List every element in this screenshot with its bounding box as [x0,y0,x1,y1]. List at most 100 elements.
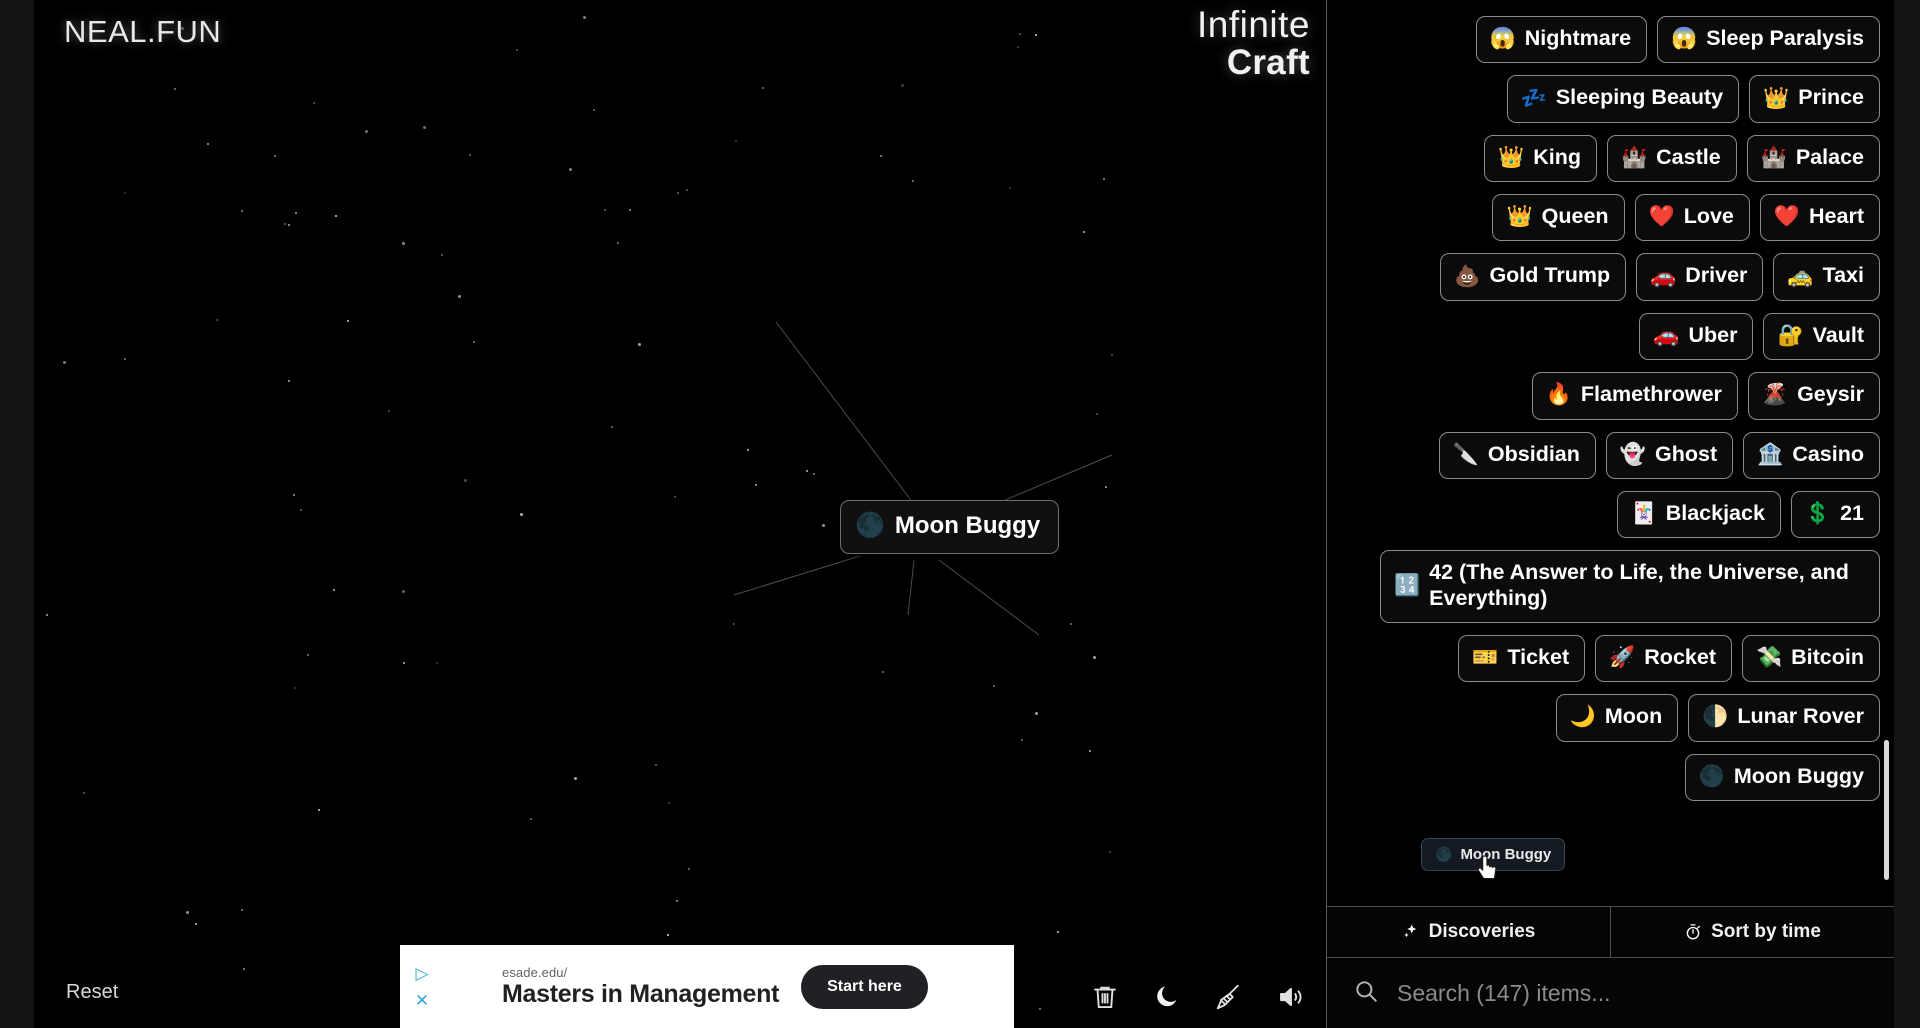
element-chip-label: Palace [1795,144,1864,169]
element-row: 🎫 Ticket 🚀 Rocket 💸 Bitcoin [1345,634,1880,683]
element-chip-heart[interactable]: ❤️ Heart [1759,194,1880,242]
element-chip-vault[interactable]: 🔐 Vault [1763,312,1880,361]
star [241,210,243,212]
brand-line-infinite: Infinite [1196,4,1310,45]
search-bar[interactable] [1327,958,1894,1028]
element-chip-geysir[interactable]: 🌋 Geysir [1747,372,1880,420]
element-chip-label: Ticket [1507,644,1570,669]
ad-cta-button[interactable]: Start here [801,964,928,1009]
star [216,319,218,321]
star [520,513,523,516]
search-input[interactable] [1397,979,1868,1007]
element-chip-obsidian[interactable]: 🔪 Obsidian [1438,431,1596,479]
sound-icon[interactable] [1274,980,1308,1014]
advertisement-banner[interactable]: ▷ ✕ esade.edu/ Masters in Management Sta… [400,945,1014,1028]
element-list[interactable]: 😱 Nightmare 😱 Sleep Paralysis 💤 Sleeping Beau… [1327,0,1894,906]
element-row: 👑 Queen ❤️ Love ❤️ Heart [1345,194,1880,242]
element-chip-flamethrower[interactable]: 🔥 Flamethrower [1531,372,1738,420]
element-chip-driver[interactable]: 🚗 Driver [1636,253,1764,301]
broom-icon[interactable] [1212,980,1246,1014]
crafting-canvas[interactable]: NEAL.FUN Infinite Craft 🌑 Moon Buggy Res… [34,0,1326,1028]
element-chip-label: Moon Buggy [1733,763,1864,788]
star [1096,413,1098,415]
element-chip-ticket[interactable]: 🎫 Ticket [1458,634,1586,683]
star [1019,33,1021,35]
element-emoji-icon: 🃏 [1630,502,1657,526]
trash-icon[interactable] [1088,980,1122,1014]
element-emoji-icon: 🚀 [1609,646,1636,670]
element-chip-label: Castle [1656,144,1721,169]
star [688,868,690,870]
star [516,49,518,51]
star [458,295,461,298]
tab-sort-by-time[interactable]: Sort by time [1610,907,1894,957]
star [124,358,126,360]
element-emoji-icon: 👻 [1619,442,1647,466]
reset-button[interactable]: Reset [66,981,118,1004]
ad-body: esade.edu/ Masters in Management Start h… [440,964,1014,1009]
star [1057,931,1059,933]
element-chip-casino[interactable]: 🏦 Casino [1743,431,1880,479]
star [186,911,189,914]
element-chip-moon-buggy[interactable]: 🌑 Moon Buggy [1684,753,1880,802]
tab-discoveries[interactable]: Discoveries [1327,907,1610,957]
element-chip-king[interactable]: 👑 King [1484,134,1597,183]
element-chip-label: Moon [1604,704,1663,729]
element-chip-lunar-rover[interactable]: 🌓 Lunar Rover [1688,694,1880,742]
stopwatch-icon [1686,924,1700,940]
ad-close-icon[interactable]: ✕ [415,992,429,1009]
canvas-element-moon-buggy[interactable]: 🌑 Moon Buggy [840,500,1060,554]
element-emoji-icon: 🏰 [1760,145,1787,169]
element-emoji-icon: 👑 [1763,86,1790,110]
element-chip-palace[interactable]: 🏰 Palace [1746,134,1880,183]
element-emoji-icon: 🏰 [1620,145,1648,169]
element-emoji-icon: 🌙 [1569,705,1596,729]
element-chip-sleeping-beauty[interactable]: 💤 Sleeping Beauty [1506,75,1740,123]
element-emoji-icon: 🏦 [1757,442,1784,466]
ad-url: esade.edu/ [502,964,568,980]
element-chip-bitcoin[interactable]: 💸 Bitcoin [1741,634,1880,683]
element-chip-label: 21 [1840,500,1864,525]
star [882,671,884,673]
star [593,109,595,111]
element-chip-label: Taxi [1822,263,1864,288]
star [124,192,126,194]
element-chip-label: Love [1683,204,1734,229]
element-emoji-icon: 🎫 [1472,646,1499,670]
element-chip-uber[interactable]: 🚗 Uber [1639,312,1754,361]
element-chip-nightmare[interactable]: 😱 Nightmare [1475,16,1648,64]
neal-fun-logo[interactable]: NEAL.FUN [64,14,221,50]
star [755,484,757,486]
element-row: 🌙 Moon 🌓 Lunar Rover [1345,694,1880,742]
star [677,192,679,194]
element-chip-ghost[interactable]: 👻 Ghost [1605,431,1734,479]
element-chip-moon[interactable]: 🌙 Moon [1555,694,1679,742]
element-chip-gold-trump[interactable]: 💩 Gold Trump [1440,253,1627,301]
star [1083,231,1085,233]
element-chip-castle[interactable]: 🏰 Castle [1606,134,1737,183]
element-chip-taxi[interactable]: 🚕 Taxi [1773,253,1880,301]
star [901,84,904,87]
star [880,155,882,157]
element-chip-rocket[interactable]: 🚀 Rocket [1595,634,1732,683]
star [617,242,619,244]
canvas-element-label: Moon Buggy [894,512,1041,539]
sidebar-scrollbar[interactable] [1884,740,1889,880]
element-chip-blackjack[interactable]: 🃏 Blackjack [1616,490,1781,539]
element-chip-queen[interactable]: 👑 Queen [1492,194,1625,242]
moon-icon[interactable] [1150,980,1184,1014]
element-chip-label: Queen [1541,204,1609,229]
star [294,687,296,689]
element-chip-prince[interactable]: 👑 Prince [1749,75,1880,123]
element-chip-label: Casino [1792,441,1864,466]
star [473,341,475,343]
ad-info-icon[interactable]: ▷ [415,965,428,982]
star [464,479,467,482]
element-chip-sleep-paralysis[interactable]: 😱 Sleep Paralysis [1657,16,1880,64]
star [604,209,606,211]
element-chip-21[interactable]: 💲 21 [1790,490,1880,539]
element-row: 👑 King 🏰 Castle 🏰 Palace [1345,134,1880,183]
element-emoji-icon: ❤️ [1648,205,1675,229]
element-chip-42-the-answer-to-life-the-universe-and-everything[interactable]: 🔢 42 (The Answer to Life, the Universe, a… [1380,550,1880,623]
element-chip-love[interactable]: ❤️ Love [1634,194,1750,242]
